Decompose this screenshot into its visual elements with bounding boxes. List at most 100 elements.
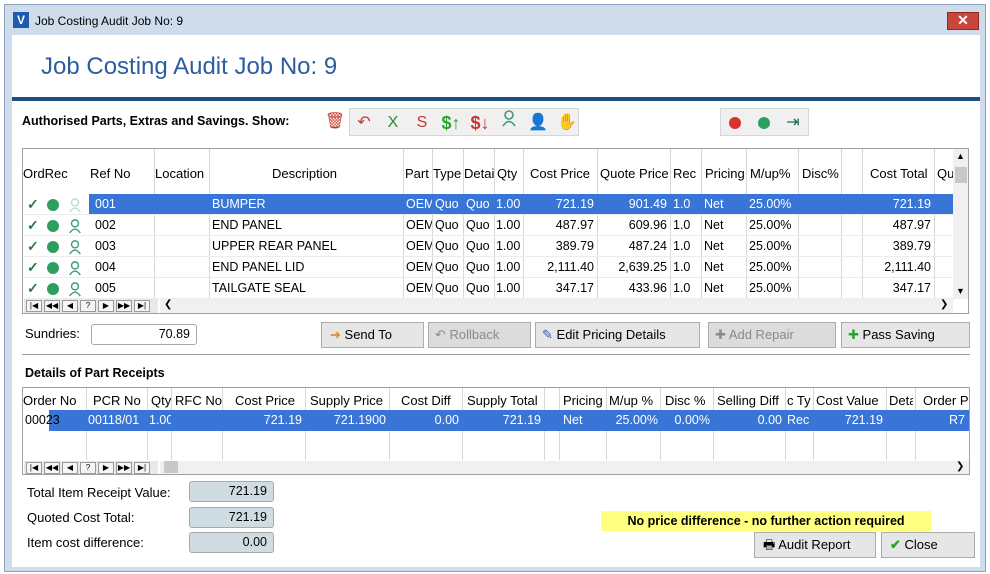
- client-area: Job Costing Audit Job No: 9 Authorised P…: [12, 35, 980, 567]
- edit-pricing-button[interactable]: ✎ Edit Pricing Details: [535, 322, 700, 348]
- filter-s-button[interactable]: S: [408, 109, 436, 137]
- col-part[interactable]: Part: [405, 166, 432, 181]
- dollar-down-icon[interactable]: $↓: [466, 109, 494, 137]
- col-rfc-no[interactable]: RFC No: [175, 393, 222, 408]
- green-dot-icon: [47, 262, 59, 274]
- nav-last-button[interactable]: ▶|: [134, 300, 150, 312]
- cell-mup: 25.00%: [615, 413, 658, 427]
- col-qty[interactable]: Qty: [151, 393, 171, 408]
- send-to-button[interactable]: ➔ Send To: [321, 322, 424, 348]
- quoted-total-label: Quoted Cost Total:: [27, 510, 135, 525]
- nav-next-button[interactable]: ▶: [98, 462, 114, 474]
- nav-prev-page-button[interactable]: ◀◀: [44, 462, 60, 474]
- nav-prev-page-button[interactable]: ◀◀: [44, 300, 60, 312]
- col-pricing[interactable]: Pricing: [563, 393, 603, 408]
- col-type[interactable]: Type: [433, 166, 463, 181]
- table-row[interactable]: 00023 00118/01 1.00 721.19 721.1900 0.00 721.1…: [23, 410, 969, 431]
- col-location[interactable]: Location: [155, 166, 204, 181]
- person-icon[interactable]: 👤: [524, 109, 552, 137]
- undo-icon[interactable]: ↶: [350, 109, 378, 137]
- col-description[interactable]: Description: [272, 166, 337, 181]
- col-cost-value[interactable]: Cost Value: [816, 393, 879, 408]
- green-dot-icon: [47, 241, 59, 253]
- close-button[interactable]: ✔ Close: [881, 532, 975, 558]
- checkmark-icon: ✔: [890, 537, 901, 552]
- send-to-label: Send To: [344, 327, 392, 342]
- nav-next-page-button[interactable]: ▶▶: [116, 462, 132, 474]
- cell-type: Quo: [435, 281, 459, 295]
- col-disc[interactable]: Disc%: [802, 166, 839, 181]
- pass-saving-button[interactable]: ✚ Pass Saving: [841, 322, 970, 348]
- col-cost-price[interactable]: Cost Price: [530, 166, 590, 181]
- table-row[interactable]: ✓ 001 BUMPER OEM Quo Quo 1.00 721.19 901.49 1.0 Ne…: [23, 194, 953, 215]
- rollback-button[interactable]: ↶ Rollback: [428, 322, 531, 348]
- nav-next-button[interactable]: ▶: [98, 300, 114, 312]
- table-row[interactable]: ✓ 004 END PANEL LID OEM Quo Quo 1.00 2,111.40 2,…: [23, 257, 953, 278]
- col-rec[interactable]: Rec: [673, 166, 696, 181]
- cell-mup: 25.00%: [749, 281, 792, 295]
- col-detail[interactable]: Detai: [464, 166, 494, 181]
- red-dot-button[interactable]: [721, 109, 749, 137]
- delete-icon[interactable]: 🗑: [321, 108, 349, 136]
- nav-next-page-button[interactable]: ▶▶: [116, 300, 132, 312]
- col-supply-total[interactable]: Supply Total: [467, 393, 538, 408]
- dollar-up-icon[interactable]: $↑: [437, 109, 465, 137]
- audit-report-button[interactable]: 🖶 Audit Report: [754, 532, 876, 558]
- cell-part: OEM: [406, 260, 432, 274]
- cell-part: OEM: [406, 239, 432, 253]
- col-ordrec[interactable]: OrdRec: [23, 166, 68, 181]
- col-c-type[interactable]: c Ty: [787, 393, 813, 408]
- nav-first-button[interactable]: |◀: [26, 300, 42, 312]
- col-markup[interactable]: M/up %: [609, 393, 653, 408]
- filter-toolbar: ↶ X S $↑ $↓ 👤 ✋: [349, 108, 579, 136]
- row-status-icons: ✓: [27, 259, 89, 276]
- col-order-no[interactable]: Order No: [23, 393, 76, 408]
- cell-rec: 1.0: [673, 218, 691, 232]
- cell-pricing: Net: [704, 197, 724, 211]
- col-selling-diff[interactable]: Selling Diff: [717, 393, 779, 408]
- cell-detail: Quo: [466, 218, 490, 232]
- export-icon[interactable]: ⇥: [779, 109, 807, 137]
- col-cost-diff[interactable]: Cost Diff: [401, 393, 451, 408]
- parts-horizontal-scrollbar[interactable]: ❮ ❯: [160, 299, 953, 313]
- nav-prev-button[interactable]: ◀: [62, 300, 78, 312]
- col-supply-price[interactable]: Supply Price: [310, 393, 383, 408]
- col-disc[interactable]: Disc %: [665, 393, 705, 408]
- col-cost-price[interactable]: Cost Price: [235, 393, 295, 408]
- cell-type: Quo: [435, 260, 459, 274]
- cell-ref: 002: [95, 218, 116, 232]
- green-dot-icon: [47, 283, 59, 295]
- col-refno[interactable]: Ref No: [90, 166, 130, 181]
- nav-help-button[interactable]: ?: [80, 462, 96, 474]
- mechanic-icon[interactable]: [495, 109, 523, 137]
- col-detail[interactable]: Deta: [889, 393, 913, 408]
- table-row[interactable]: ✓ 002 END PANEL OEM Quo Quo 1.00 487.97 609.96 1.…: [23, 215, 953, 236]
- cell-ref: 003: [95, 239, 116, 253]
- row-status-icons: ✓: [27, 217, 89, 234]
- close-window-button[interactable]: ✕: [947, 12, 979, 30]
- green-dot-button[interactable]: [750, 109, 778, 137]
- col-pcr-no[interactable]: PCR No: [93, 393, 141, 408]
- cell-cost: 389.79: [555, 239, 594, 253]
- parts-vertical-scrollbar[interactable]: ▲ ▼: [953, 149, 968, 299]
- col-order-p[interactable]: Order P: [923, 393, 969, 408]
- table-row[interactable]: ✓ 005 TAILGATE SEAL OEM Quo Quo 1.00 347.17 433.…: [23, 278, 953, 299]
- col-pricing[interactable]: Pricing: [705, 166, 745, 181]
- col-markup[interactable]: M/up%: [750, 166, 790, 181]
- check-wrench-icon: ✓: [27, 238, 39, 254]
- table-row[interactable]: ✓ 003 UPPER REAR PANEL OEM Quo Quo 1.00 389.79 4…: [23, 236, 953, 257]
- pass-saving-label: Pass Saving: [862, 327, 935, 342]
- filter-x-button[interactable]: X: [379, 109, 407, 137]
- col-qty[interactable]: Qty: [497, 166, 517, 181]
- hand-icon[interactable]: ✋: [553, 109, 581, 137]
- check-wrench-icon: ✓: [27, 196, 39, 212]
- nav-help-button[interactable]: ?: [80, 300, 96, 312]
- col-cost-total[interactable]: Cost Total: [870, 166, 928, 181]
- receipts-horizontal-scrollbar[interactable]: ❯: [160, 461, 969, 474]
- nav-prev-button[interactable]: ◀: [62, 462, 78, 474]
- nav-last-button[interactable]: ▶|: [134, 462, 150, 474]
- col-quote-price[interactable]: Quote Price: [600, 166, 669, 181]
- add-repair-button[interactable]: ✚ Add Repair: [708, 322, 836, 348]
- nav-first-button[interactable]: |◀: [26, 462, 42, 474]
- sundries-field[interactable]: 70.89: [91, 324, 197, 345]
